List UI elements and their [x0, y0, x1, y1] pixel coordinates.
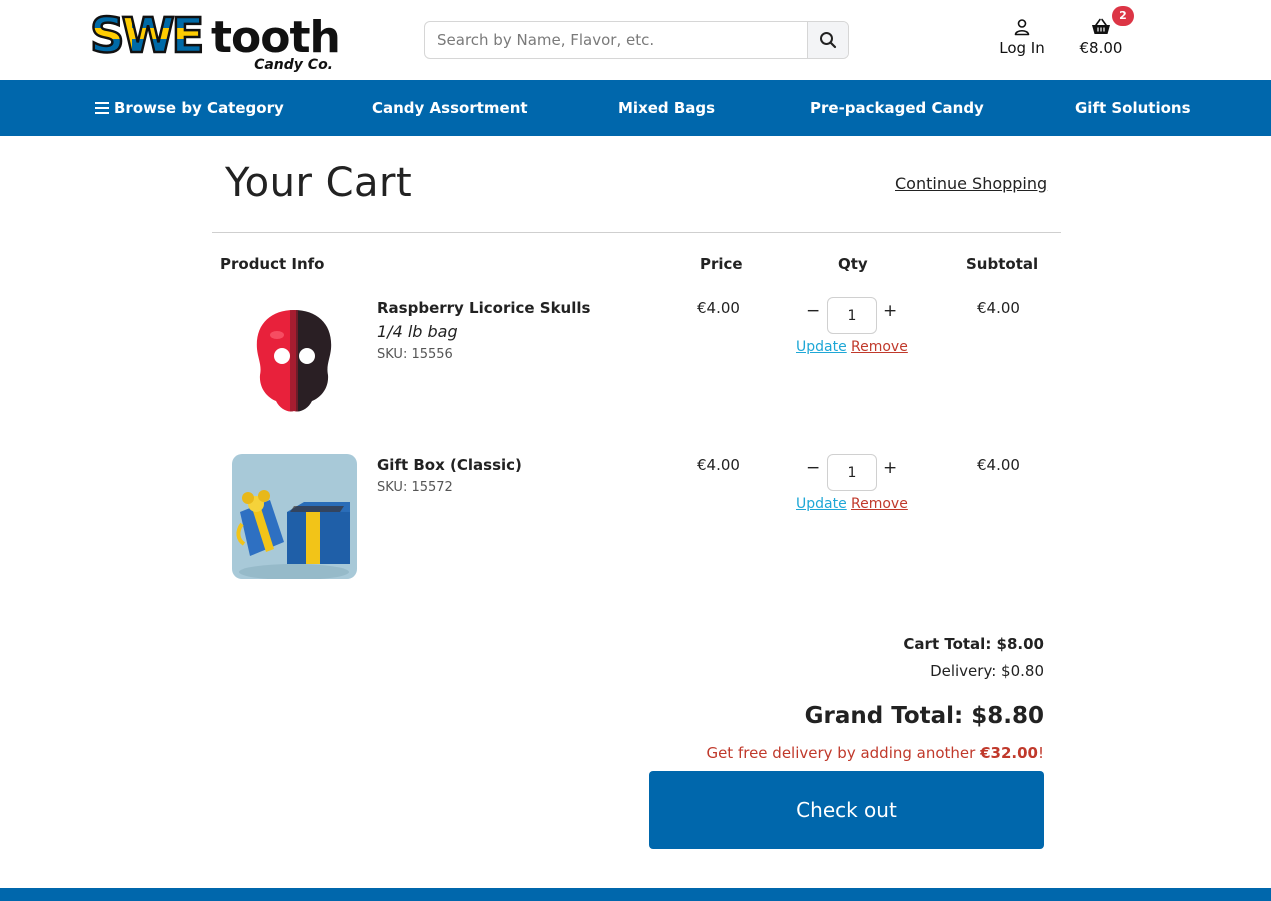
login-button[interactable]: Log In [993, 18, 1051, 64]
mini-cart-button[interactable]: €8.00 2 [1072, 6, 1134, 64]
qty-increment-button[interactable]: + [883, 458, 897, 478]
page-title: Your Cart [225, 160, 413, 206]
login-label: Log In [999, 39, 1045, 57]
cart-count-badge: 2 [1112, 6, 1134, 26]
nav-pre-packaged-candy[interactable]: Pre-packaged Candy [810, 80, 984, 136]
search-button[interactable] [807, 22, 848, 58]
product-subtotal: €4.00 [977, 299, 1020, 317]
logo-swe-outline: SWE [90, 8, 202, 64]
qty-increment-button[interactable]: + [883, 301, 897, 321]
qty-decrement-button[interactable]: − [806, 301, 820, 321]
product-image-gift-box[interactable] [232, 454, 357, 579]
header-price: Price [700, 255, 743, 273]
header-product-info: Product Info [220, 255, 325, 273]
logo-subtitle: Candy Co. [254, 57, 333, 73]
search-icon [820, 32, 837, 49]
qty-decrement-button[interactable]: − [806, 458, 820, 478]
product-price: €4.00 [697, 299, 740, 317]
product-image-licorice-skull[interactable] [232, 297, 357, 422]
cart-total: Cart Total: $8.00 [903, 635, 1044, 653]
product-sku: SKU: 15556 [377, 347, 453, 362]
product-name[interactable]: Gift Box (Classic) [377, 456, 522, 474]
user-icon [1014, 19, 1030, 36]
continue-shopping-link[interactable]: Continue Shopping [895, 174, 1047, 193]
header-qty: Qty [838, 255, 868, 273]
mini-cart-amount: €8.00 [1079, 39, 1123, 57]
product-variant: 1/4 lb bag [377, 322, 458, 341]
update-link[interactable]: Update [796, 496, 847, 512]
search-bar [424, 21, 849, 59]
nav-mixed-bags[interactable]: Mixed Bags [618, 80, 715, 136]
main-nav: Browse by Category Candy Assortment Mixe… [0, 80, 1271, 136]
basket-icon [1092, 18, 1110, 34]
site-logo[interactable]: SWE SWE tooth Candy Co. [90, 8, 340, 74]
product-name[interactable]: Raspberry Licorice Skulls [377, 299, 590, 317]
logo-tooth-text: tooth [211, 12, 340, 63]
divider [212, 232, 1061, 233]
product-subtotal: €4.00 [977, 456, 1020, 474]
free-delivery-notice: Get free delivery by adding another €32.… [706, 744, 1044, 762]
menu-icon [95, 102, 109, 114]
nav-candy-assortment[interactable]: Candy Assortment [372, 80, 528, 136]
qty-input[interactable] [827, 454, 877, 491]
remove-link[interactable]: Remove [851, 496, 908, 512]
free-delivery-suffix: ! [1037, 744, 1044, 762]
product-price: €4.00 [697, 456, 740, 474]
site-header: SWE SWE tooth Candy Co. Log In [0, 0, 1271, 80]
search-input[interactable] [425, 22, 808, 58]
nav-gift-solutions[interactable]: Gift Solutions [1075, 80, 1191, 136]
grand-total: Grand Total: $8.80 [804, 703, 1044, 729]
footer-bar [0, 888, 1271, 901]
checkout-button[interactable]: Check out [649, 771, 1044, 849]
qty-input[interactable] [827, 297, 877, 334]
free-delivery-amount: €32.00 [980, 744, 1038, 762]
remove-link[interactable]: Remove [851, 339, 908, 355]
update-link[interactable]: Update [796, 339, 847, 355]
nav-label: Browse by Category [114, 99, 284, 117]
header-subtotal: Subtotal [966, 255, 1039, 273]
product-sku: SKU: 15572 [377, 480, 453, 495]
delivery-cost: Delivery: $0.80 [930, 662, 1044, 680]
nav-browse-by-category[interactable]: Browse by Category [95, 80, 284, 136]
free-delivery-prefix: Get free delivery by adding another [706, 744, 981, 762]
